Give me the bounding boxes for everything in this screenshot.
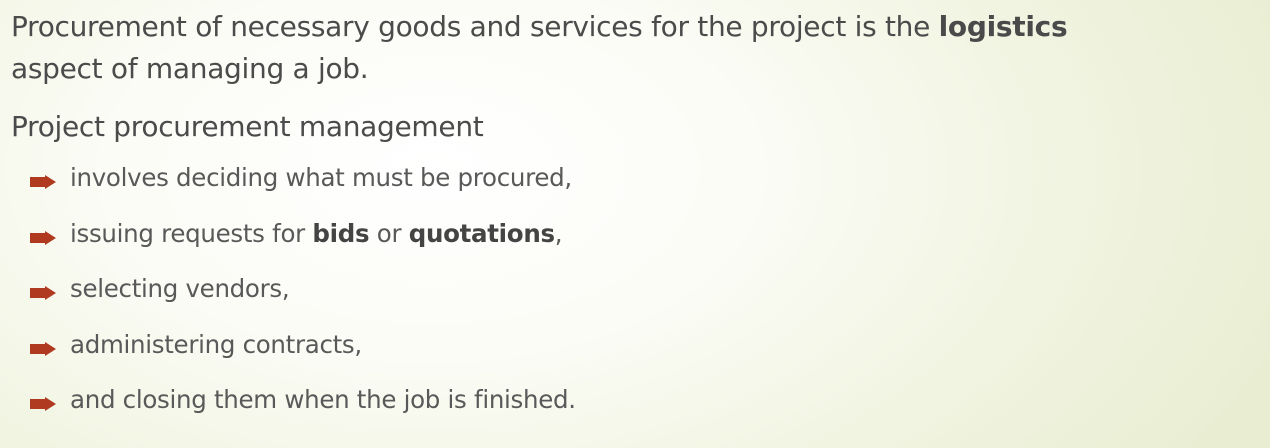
bullet-text: and closing them when the job is finishe… xyxy=(70,385,576,414)
arrow-bullet-icon xyxy=(30,397,56,411)
arrow-bullet-icon xyxy=(30,286,56,300)
bullet-bold-quotations: quotations xyxy=(408,218,555,248)
bullet-bold-bids: bids xyxy=(312,218,370,248)
intro-text: Procurement of necessary goods and servi… xyxy=(11,10,939,43)
bullet-text: administering contracts, xyxy=(70,329,362,359)
bullet-text: involves deciding what must be procured, xyxy=(70,163,572,192)
arrow-bullet-icon xyxy=(30,341,56,356)
slide: Procurement of necessary goods and servi… xyxy=(0,0,1270,448)
bullet-text: issuing requests for bids or quotations, xyxy=(70,218,563,250)
bullet-text-post: , xyxy=(554,218,563,248)
intro-text-line2: aspect of managing a job. xyxy=(11,52,369,85)
section-heading: Project procurement management xyxy=(11,110,484,143)
bullet-text: selecting vendors, xyxy=(70,274,290,303)
arrow-bullet-icon xyxy=(30,175,56,189)
arrow-bullet-icon xyxy=(30,230,56,245)
bullet-text-pre: issuing requests for xyxy=(70,218,313,248)
intro-bold-logistics: logistics xyxy=(938,10,1068,43)
intro-paragraph: Procurement of necessary goods and servi… xyxy=(11,6,1068,90)
bullet-text-mid: or xyxy=(369,218,409,248)
